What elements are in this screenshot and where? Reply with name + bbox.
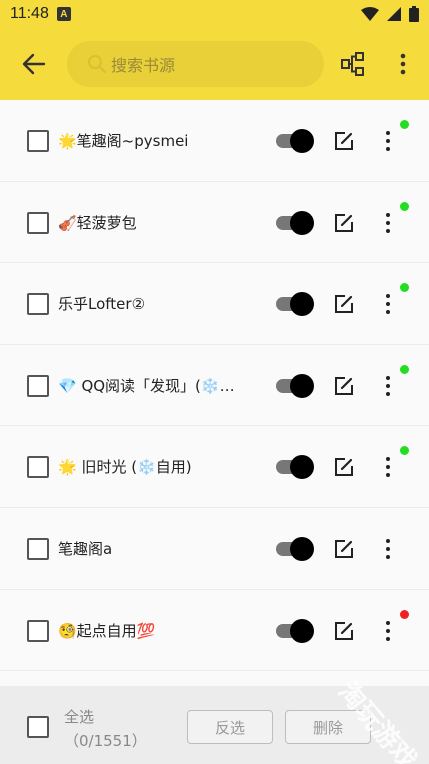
- enable-switch[interactable]: [274, 129, 314, 153]
- arrow-left-icon: [22, 53, 46, 75]
- source-name: 🎻轻菠萝包: [58, 213, 137, 232]
- bottom-bar: 全选 （0/1551） 反选 删除: [0, 686, 429, 764]
- edit-icon[interactable]: [333, 456, 355, 478]
- enable-switch[interactable]: [274, 373, 314, 398]
- edit-icon[interactable]: [333, 293, 355, 315]
- source-checkbox[interactable]: [27, 374, 49, 397]
- row-more-button[interactable]: [380, 291, 396, 317]
- source-checkbox[interactable]: [27, 537, 49, 560]
- source-checkbox[interactable]: [27, 130, 49, 152]
- search-placeholder: 搜索书源: [111, 56, 176, 75]
- status-dot: [400, 446, 409, 456]
- back-button[interactable]: [18, 50, 50, 78]
- notification-icon: A: [56, 7, 71, 21]
- edit-icon[interactable]: [333, 375, 355, 397]
- status-dot: [400, 120, 409, 129]
- source-row[interactable]: 🎻轻菠萝包: [0, 181, 429, 264]
- row-more-button[interactable]: [380, 618, 396, 644]
- source-row[interactable]: 🌟 旧时光 (❄️自用): [0, 426, 429, 508]
- row-more-button[interactable]: [380, 454, 396, 480]
- enable-switch[interactable]: [274, 455, 314, 480]
- invert-selection-button[interactable]: 反选: [187, 710, 273, 744]
- row-more-button[interactable]: [380, 536, 396, 562]
- more-vert-icon: [400, 53, 406, 75]
- enable-switch[interactable]: [274, 292, 314, 317]
- edit-icon[interactable]: [333, 620, 355, 642]
- search-icon: [88, 55, 106, 73]
- source-name: 🧐起点自用💯: [58, 621, 156, 640]
- status-dot: [400, 364, 409, 374]
- battery-icon: [409, 6, 419, 22]
- source-name: 🌟笔趣阁~pysmei: [58, 132, 189, 150]
- row-more-button[interactable]: [380, 128, 396, 154]
- source-checkbox[interactable]: [27, 211, 49, 234]
- source-checkbox[interactable]: [27, 619, 49, 642]
- delete-button[interactable]: 删除: [285, 710, 371, 744]
- tree-icon: [341, 52, 364, 76]
- status-dot: [400, 609, 409, 619]
- status-time: 11:48: [10, 5, 49, 22]
- edit-icon[interactable]: [333, 212, 355, 234]
- source-name: 乐乎Lofter②: [58, 295, 146, 314]
- wifi-icon: [361, 7, 379, 21]
- toolbar: 搜索书源: [0, 28, 429, 100]
- enable-switch[interactable]: [274, 210, 314, 235]
- enable-switch[interactable]: [274, 618, 314, 643]
- source-row[interactable]: 🧐起点自用💯: [0, 589, 429, 672]
- edit-icon[interactable]: [333, 130, 355, 152]
- edit-icon[interactable]: [333, 538, 355, 560]
- source-row[interactable]: 笔趣阁a: [0, 507, 429, 590]
- source-name: 笔趣阁a: [58, 539, 113, 558]
- source-checkbox[interactable]: [27, 456, 49, 479]
- enable-switch[interactable]: [274, 536, 314, 561]
- source-row[interactable]: 乐乎Lofter②: [0, 263, 429, 345]
- source-checkbox[interactable]: [27, 293, 49, 316]
- status-dot: [400, 283, 409, 293]
- search-input[interactable]: 搜索书源: [67, 41, 324, 87]
- source-name: 💎 QQ阅读「发现」(❄️…: [58, 376, 235, 395]
- source-name: 🌟 旧时光 (❄️自用): [58, 458, 192, 477]
- overflow-menu-button[interactable]: [388, 49, 418, 79]
- selection-count: （0/1551）: [64, 732, 147, 750]
- row-more-button[interactable]: [380, 373, 396, 399]
- select-all-label: 全选: [64, 708, 95, 726]
- select-all-checkbox[interactable]: [27, 716, 49, 738]
- status-dot: [400, 201, 409, 211]
- status-bar: 11:48 A: [0, 0, 429, 28]
- signal-icon: [387, 7, 401, 21]
- source-row[interactable]: 🌟笔趣阁~pysmei: [0, 100, 429, 182]
- source-row[interactable]: 💎 QQ阅读「发现」(❄️…: [0, 344, 429, 427]
- group-button[interactable]: [338, 49, 368, 79]
- row-more-button[interactable]: [380, 210, 396, 236]
- source-list: 🌟笔趣阁~pysmei 🎻轻菠萝包乐乎Lofter② 💎 QQ阅读「发现」(❄️… 🌟…: [0, 100, 429, 672]
